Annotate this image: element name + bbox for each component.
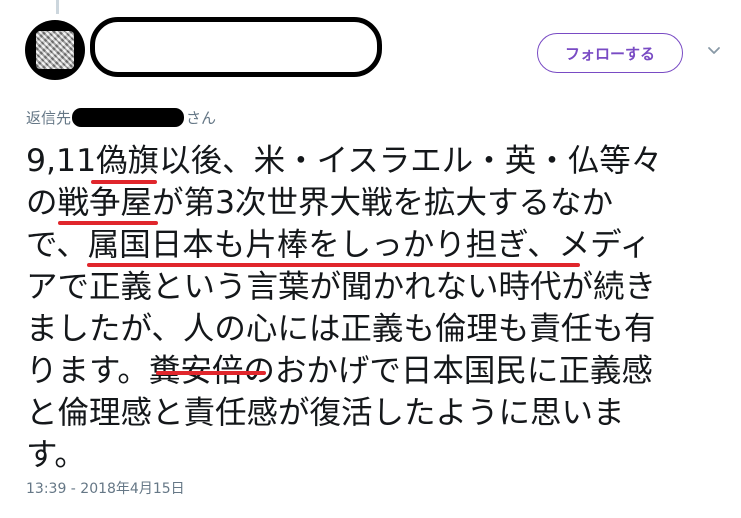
- tweet-line: 9,11偽旗以後、米・イスラエル・英・仏等々: [26, 143, 663, 179]
- tweet-line: で、属国日本も片棒をしっかり担ぎ、メディ: [26, 227, 651, 263]
- thread-connector-line: [56, 0, 59, 14]
- tweet-timestamp[interactable]: 13:39 - 2018年4月15日: [26, 478, 185, 498]
- tweet-line: ります。糞安倍のおかげで日本国民に正義感: [26, 353, 653, 389]
- tweet-line: ましたが、人の心には正義も倫理も責任も有: [26, 311, 656, 347]
- tweet-line: アで正義という言葉が聞かれない時代が続き: [26, 269, 657, 305]
- tweet-line: の戦争屋が第3次世界大戦を拡大するなか: [26, 185, 614, 221]
- redacted-username: [90, 17, 382, 77]
- reply-prefix: 返信先: [26, 109, 72, 127]
- underline-annotation: [87, 263, 580, 267]
- follow-button-label: フォローする: [564, 44, 655, 63]
- redacted-reply-handle: [72, 108, 185, 127]
- underline-annotation: [156, 371, 266, 375]
- avatar-image: [36, 31, 74, 69]
- avatar[interactable]: [25, 20, 85, 80]
- tweet-line: と倫理感と責任感が復活したように思いま: [26, 395, 625, 431]
- reply-suffix: さん: [186, 109, 217, 127]
- tweet-line: す。: [26, 437, 86, 473]
- underline-annotation: [91, 180, 157, 184]
- reply-context: 返信先 さん: [26, 107, 216, 128]
- chevron-down-icon[interactable]: [704, 40, 724, 60]
- follow-button[interactable]: フォローする: [537, 33, 683, 73]
- underline-annotation: [58, 221, 158, 225]
